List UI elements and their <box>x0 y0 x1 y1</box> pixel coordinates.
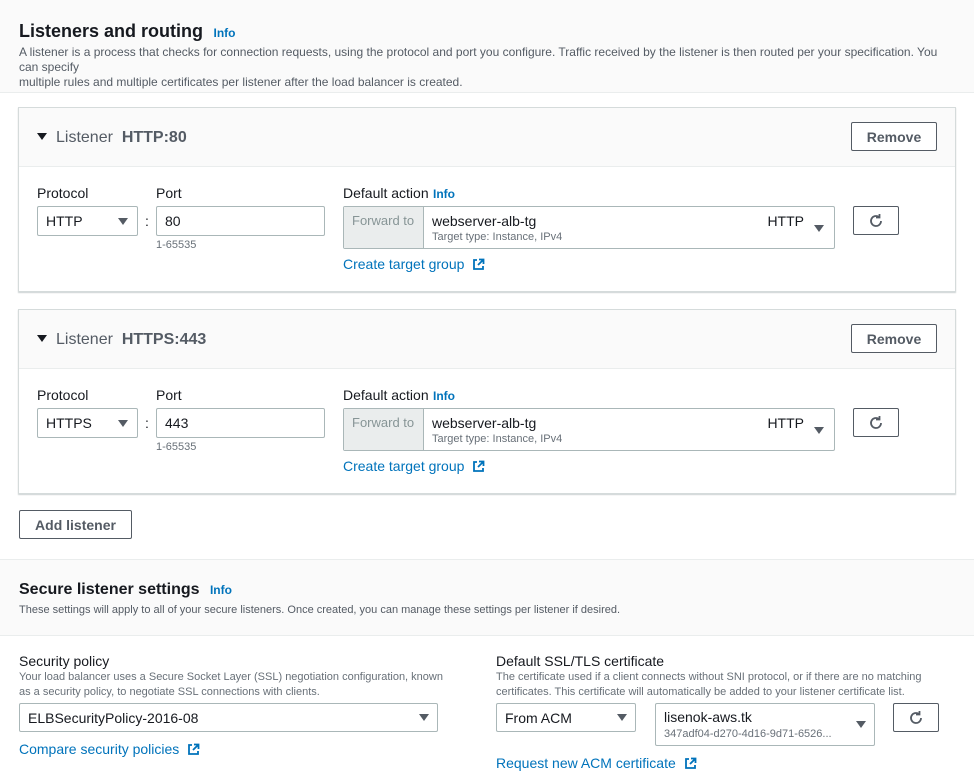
chevron-down-icon <box>814 225 824 232</box>
listener-title-prefix: Listener <box>56 331 113 348</box>
create-target-group-label: Create target group <box>343 256 465 272</box>
listener-card-http: Listener HTTP:80 Remove Protocol HTTP : … <box>18 107 956 292</box>
protocol-value: HTTPS <box>46 415 92 431</box>
secure-settings-header: Secure listener settings Info These sett… <box>0 559 974 636</box>
add-listener-button[interactable]: Add listener <box>19 510 132 539</box>
forward-to-label: Forward to <box>344 207 424 248</box>
listeners-title-row: Listeners and routing Info <box>19 21 235 42</box>
security-policy-description: Your load balancer uses a Secure Socket … <box>19 670 443 700</box>
target-protocol: HTTP <box>767 213 804 229</box>
listener-title-value: HTTPS:443 <box>121 331 207 348</box>
target-protocol: HTTP <box>767 415 804 431</box>
certificate-label: Default SSL/TLS certificate <box>496 653 665 669</box>
protocol-value: HTTP <box>46 213 83 229</box>
secure-description: These settings will apply to all of your… <box>19 604 621 616</box>
port-hint: 1-65535 <box>156 239 197 251</box>
certificate-select[interactable]: lisenok-aws.tk 347adf04-d270-4d16-9d71-6… <box>655 703 875 746</box>
compare-security-policies-label: Compare security policies <box>19 741 180 757</box>
security-policy-value: ELBSecurityPolicy-2016-08 <box>28 710 199 726</box>
security-policy-description-line1: Your load balancer uses a Secure Socket … <box>19 671 443 683</box>
forward-to-label: Forward to <box>344 409 424 450</box>
certificate-description-line2: certificates. This certificate will auto… <box>496 686 905 698</box>
listener-card-header: Listener HTTPS:443 Remove <box>19 310 955 369</box>
request-acm-certificate-label: Request new ACM certificate <box>496 755 676 771</box>
listeners-description: A listener is a process that checks for … <box>19 45 959 90</box>
chevron-down-icon <box>617 714 627 721</box>
certificate-name: lisenok-aws.tk <box>664 709 752 725</box>
target-group-name: webserver-alb-tg <box>432 213 537 229</box>
listener-title-prefix: Listener <box>56 129 113 146</box>
target-type: Target type: Instance, IPv4 <box>432 231 563 243</box>
refresh-target-groups-button[interactable] <box>853 206 899 235</box>
protocol-label: Protocol <box>37 185 89 201</box>
external-link-icon <box>473 258 485 270</box>
listener-title: Listener HTTP:80 <box>56 129 187 147</box>
secure-info-link[interactable]: Info <box>210 583 232 597</box>
listeners-title: Listeners and routing <box>19 21 204 41</box>
chevron-down-icon <box>856 721 866 728</box>
target-type: Target type: Instance, IPv4 <box>432 433 563 445</box>
external-link-icon <box>188 743 200 755</box>
caret-down-icon[interactable] <box>37 133 47 140</box>
certificate-id: 347adf04-d270-4d16-9d71-6526... <box>664 728 832 740</box>
target-group-select[interactable]: Forward to webserver-alb-tg Target type:… <box>343 206 835 249</box>
colon-separator: : <box>145 213 149 229</box>
listeners-description-line1: A listener is a process that checks for … <box>19 45 938 74</box>
certificate-source-value: From ACM <box>505 710 572 726</box>
chevron-down-icon <box>118 420 128 427</box>
listeners-info-link[interactable]: Info <box>213 26 235 40</box>
target-group-select[interactable]: Forward to webserver-alb-tg Target type:… <box>343 408 835 451</box>
default-action-label: Default action <box>343 387 429 403</box>
create-target-group-label: Create target group <box>343 458 465 474</box>
refresh-icon <box>910 710 922 724</box>
default-action-info-link[interactable]: Info <box>433 389 455 403</box>
secure-title: Secure listener settings <box>19 581 200 598</box>
listener-card-https: Listener HTTPS:443 Remove Protocol HTTPS… <box>18 309 956 494</box>
listener-title: Listener HTTPS:443 <box>56 331 206 349</box>
create-target-group-link[interactable]: Create target group <box>343 256 485 272</box>
certificate-source-select[interactable]: From ACM <box>496 703 636 732</box>
default-action-label: Default action <box>343 185 429 201</box>
external-link-icon <box>473 460 485 472</box>
refresh-icon <box>870 213 882 227</box>
caret-down-icon[interactable] <box>37 335 47 342</box>
target-group-name: webserver-alb-tg <box>432 415 537 431</box>
security-policy-label: Security policy <box>19 653 110 669</box>
listeners-description-line2: multiple rules and multiple certificates… <box>19 75 463 89</box>
port-label: Port <box>156 185 182 201</box>
port-hint: 1-65535 <box>156 441 197 453</box>
port-label: Port <box>156 387 182 403</box>
secure-title-row: Secure listener settings Info <box>19 581 232 599</box>
certificate-description: The certificate used if a client connect… <box>496 670 922 700</box>
refresh-icon <box>870 415 882 429</box>
chevron-down-icon <box>814 427 824 434</box>
colon-separator: : <box>145 415 149 431</box>
external-link-icon <box>684 757 697 769</box>
security-policy-description-line2: as a security policy, to negotiate SSL c… <box>19 686 320 698</box>
refresh-target-groups-button[interactable] <box>853 408 899 437</box>
compare-security-policies-link[interactable]: Compare security policies <box>19 741 200 757</box>
remove-listener-button[interactable]: Remove <box>851 122 937 151</box>
security-policy-select[interactable]: ELBSecurityPolicy-2016-08 <box>19 703 438 732</box>
protocol-label: Protocol <box>37 387 89 403</box>
certificate-description-line1: The certificate used if a client connect… <box>496 671 922 683</box>
listeners-section-header: Listeners and routing Info A listener is… <box>0 0 974 93</box>
request-acm-certificate-link[interactable]: Request new ACM certificate <box>496 755 697 771</box>
remove-listener-button[interactable]: Remove <box>851 324 937 353</box>
chevron-down-icon <box>419 714 429 721</box>
port-input[interactable]: 443 <box>156 408 325 438</box>
listener-card-header: Listener HTTP:80 Remove <box>19 108 955 167</box>
protocol-select[interactable]: HTTPS <box>37 408 138 438</box>
chevron-down-icon <box>118 218 128 225</box>
protocol-select[interactable]: HTTP <box>37 206 138 236</box>
default-action-info-link[interactable]: Info <box>433 187 455 201</box>
create-target-group-link[interactable]: Create target group <box>343 458 485 474</box>
refresh-certificates-button[interactable] <box>893 703 939 732</box>
port-input[interactable]: 80 <box>156 206 325 236</box>
listener-title-value: HTTP:80 <box>121 129 187 146</box>
